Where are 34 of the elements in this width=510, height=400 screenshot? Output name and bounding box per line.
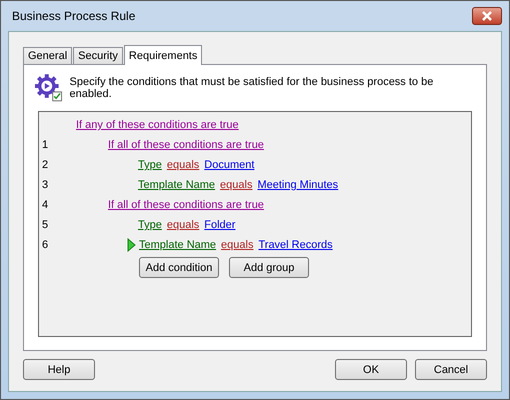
gear-play-icon <box>34 73 64 103</box>
tab[interactable]: Security <box>73 47 123 65</box>
operator-link[interactable]: equals <box>221 239 254 251</box>
field-link[interactable]: Template Name <box>139 239 216 251</box>
tab[interactable]: Requirements <box>124 45 202 65</box>
group-condition-link[interactable]: If all of these conditions are true <box>108 139 264 151</box>
value-link[interactable]: Folder <box>204 219 236 231</box>
window-title: Business Process Rule <box>11 9 136 23</box>
field-link[interactable]: Type <box>138 159 162 171</box>
field-link[interactable]: Template Name <box>138 179 216 191</box>
operator-link[interactable]: equals <box>166 159 200 171</box>
tab[interactable]: General <box>23 47 72 65</box>
line-number: 5 <box>42 219 50 231</box>
group-condition-link[interactable]: If all of these conditions are true <box>108 199 264 211</box>
value-link[interactable]: Document <box>204 159 254 171</box>
help-button[interactable]: Help <box>23 359 95 380</box>
operator-link[interactable]: equals <box>220 179 252 191</box>
field-link[interactable]: Type <box>138 219 162 231</box>
dialog-button[interactable]: Cancel <box>415 359 487 380</box>
group-condition-link[interactable]: If any of these conditions are true <box>76 119 239 131</box>
line-number: 6 <box>42 239 50 251</box>
value-link[interactable]: Meeting Minutes <box>257 179 338 191</box>
add-button[interactable]: Add condition <box>139 257 219 278</box>
description-text: Specify the conditions that must be satisfied for the business process to be enabled. <box>70 76 434 100</box>
line-number: 2 <box>42 159 50 171</box>
line-number: 1 <box>42 139 50 151</box>
operator-link[interactable]: equals <box>166 219 200 231</box>
close-icon <box>481 11 493 21</box>
close-button[interactable] <box>472 7 502 25</box>
line-number: 3 <box>42 179 50 191</box>
line-number: 4 <box>42 199 50 211</box>
add-button[interactable]: Add group <box>229 257 309 278</box>
value-link[interactable]: Travel Records <box>258 239 333 251</box>
dialog-button[interactable]: OK <box>335 359 407 380</box>
